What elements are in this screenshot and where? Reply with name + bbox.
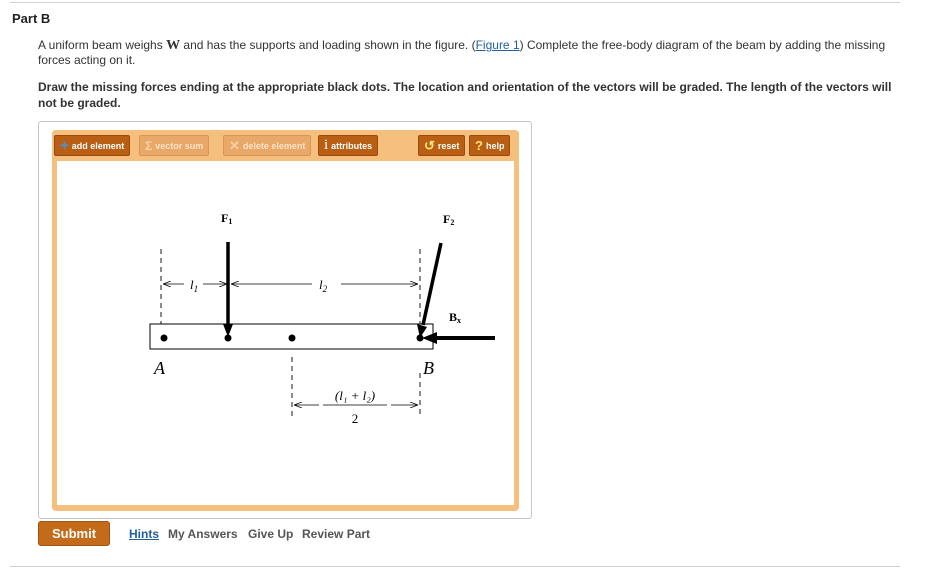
help-label: help: [485, 140, 505, 151]
top-divider: [10, 2, 900, 3]
info-icon: i: [324, 137, 329, 153]
reset-label: reset: [437, 140, 460, 151]
half-span-numerator: (l₁ + l₂): [335, 388, 375, 403]
question-icon: ?: [475, 138, 483, 153]
delete-element-label: delete element: [242, 140, 306, 151]
point-b-label: B: [423, 358, 434, 378]
vector-sum-button[interactable]: Σ vector sum: [139, 135, 210, 156]
beam-diagram: l1 l2 F1 F2 Bx A B (l₁ + l₂) 2: [149, 211, 495, 426]
f2-vector-shaft: [421, 242, 443, 326]
attributes-button[interactable]: i attributes: [318, 135, 379, 156]
problem-text-start: A uniform beam weighs: [38, 38, 167, 52]
widget-frame: + add element Σ vector sum ✕ delete elem…: [52, 130, 519, 511]
my-answers-link[interactable]: My Answers: [168, 527, 238, 541]
reset-button[interactable]: ↺ reset: [418, 135, 466, 156]
l1-label: l1: [190, 277, 198, 294]
attributes-label: attributes: [331, 140, 373, 151]
plus-icon: +: [60, 137, 69, 154]
part-title: Part B: [12, 11, 51, 26]
dot-a[interactable]: [160, 334, 168, 342]
x-icon: ✕: [229, 138, 240, 153]
point-a-label: A: [153, 358, 166, 378]
instructions: Draw the missing forces ending at the ap…: [38, 80, 892, 110]
delete-element-button[interactable]: ✕ delete element: [223, 135, 312, 156]
bottom-divider: [10, 566, 900, 567]
add-element-label: add element: [71, 140, 125, 151]
hints-link[interactable]: Hints: [129, 527, 159, 541]
f1-label: F1: [221, 211, 232, 226]
drawing-canvas[interactable]: l1 l2 F1 F2 Bx A B (l₁ + l₂) 2: [57, 161, 514, 505]
sigma-icon: Σ: [145, 138, 153, 153]
reset-icon: ↺: [424, 138, 435, 153]
dot-b[interactable]: [416, 334, 424, 342]
dot-f1[interactable]: [224, 334, 232, 342]
help-button[interactable]: ? help: [469, 135, 511, 156]
vector-sum-label: vector sum: [155, 140, 204, 151]
f2-label: F2: [443, 212, 454, 227]
bx-label: Bx: [449, 310, 461, 325]
give-up-link[interactable]: Give Up: [248, 527, 293, 541]
free-body-diagram-widget: + add element Σ vector sum ✕ delete elem…: [38, 121, 532, 519]
problem-text-middle: and has the supports and loading shown i…: [180, 38, 476, 52]
half-span-denominator: 2: [352, 411, 359, 426]
dot-center[interactable]: [288, 334, 296, 342]
problem-statement: A uniform beam weighs W and has the supp…: [38, 38, 898, 68]
weight-symbol: W: [166, 38, 181, 53]
add-element-button[interactable]: + add element: [54, 135, 131, 156]
l2-label: l2: [319, 277, 328, 294]
submit-button[interactable]: Submit: [38, 521, 110, 546]
figure-link[interactable]: Figure 1: [476, 38, 520, 52]
review-part-link[interactable]: Review Part: [302, 527, 370, 541]
